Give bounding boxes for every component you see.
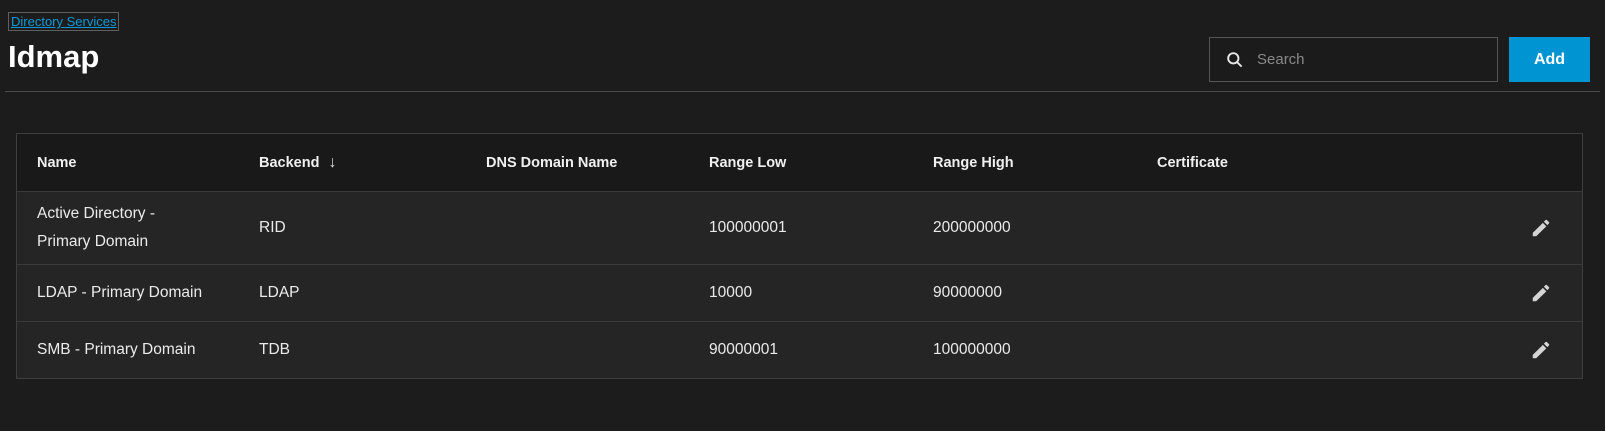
column-header-range-low[interactable]: Range Low — [689, 155, 913, 171]
cell-name: Active Directory - Primary Domain — [37, 205, 155, 250]
column-header-dns-domain[interactable]: DNS Domain Name — [466, 155, 689, 171]
table-row-smb[interactable]: SMB - Primary Domain TDB 90000001 100000… — [17, 321, 1582, 378]
column-header-certificate[interactable]: Certificate — [1137, 155, 1361, 171]
cell-range-high: 90000000 — [933, 284, 1002, 301]
idmap-table: Name Backend ↓ DNS Domain Name Range Low … — [16, 133, 1583, 379]
search-input[interactable] — [1257, 38, 1497, 81]
pencil-icon — [1532, 284, 1550, 302]
page-header: Directory Services Idmap Add — [0, 0, 1605, 82]
search-box[interactable] — [1209, 37, 1498, 82]
pencil-icon — [1532, 341, 1550, 359]
cell-range-high: 200000000 — [933, 219, 1011, 236]
pencil-icon — [1532, 219, 1550, 237]
breadcrumb-directory-services[interactable]: Directory Services — [8, 12, 120, 31]
table-row-ldap[interactable]: LDAP - Primary Domain LDAP 10000 9000000… — [17, 264, 1582, 321]
table-row-active-directory[interactable]: Active Directory - Primary Domain RID 10… — [17, 191, 1582, 264]
edit-button[interactable] — [1524, 333, 1558, 367]
cell-backend: LDAP — [259, 284, 300, 301]
column-header-backend[interactable]: Backend ↓ — [239, 154, 466, 172]
edit-button[interactable] — [1524, 211, 1558, 245]
cell-backend: RID — [259, 219, 286, 236]
cell-backend: TDB — [259, 341, 290, 358]
add-button[interactable]: Add — [1509, 37, 1590, 82]
cell-name: SMB - Primary Domain — [37, 341, 196, 358]
toolbar: Add — [1209, 37, 1590, 82]
sort-desc-icon: ↓ — [328, 153, 337, 171]
column-header-name[interactable]: Name — [17, 155, 239, 171]
cell-range-low: 90000001 — [709, 341, 778, 358]
table-header-row: Name Backend ↓ DNS Domain Name Range Low … — [17, 134, 1582, 191]
cell-range-high: 100000000 — [933, 341, 1011, 358]
search-icon — [1227, 52, 1243, 68]
column-header-backend-label: Backend — [259, 154, 320, 171]
column-header-range-high[interactable]: Range High — [913, 155, 1137, 171]
cell-range-low: 10000 — [709, 284, 753, 301]
header-divider — [5, 91, 1600, 92]
edit-button[interactable] — [1524, 276, 1558, 310]
cell-range-low: 100000001 — [709, 219, 787, 236]
cell-name: LDAP - Primary Domain — [37, 284, 203, 301]
